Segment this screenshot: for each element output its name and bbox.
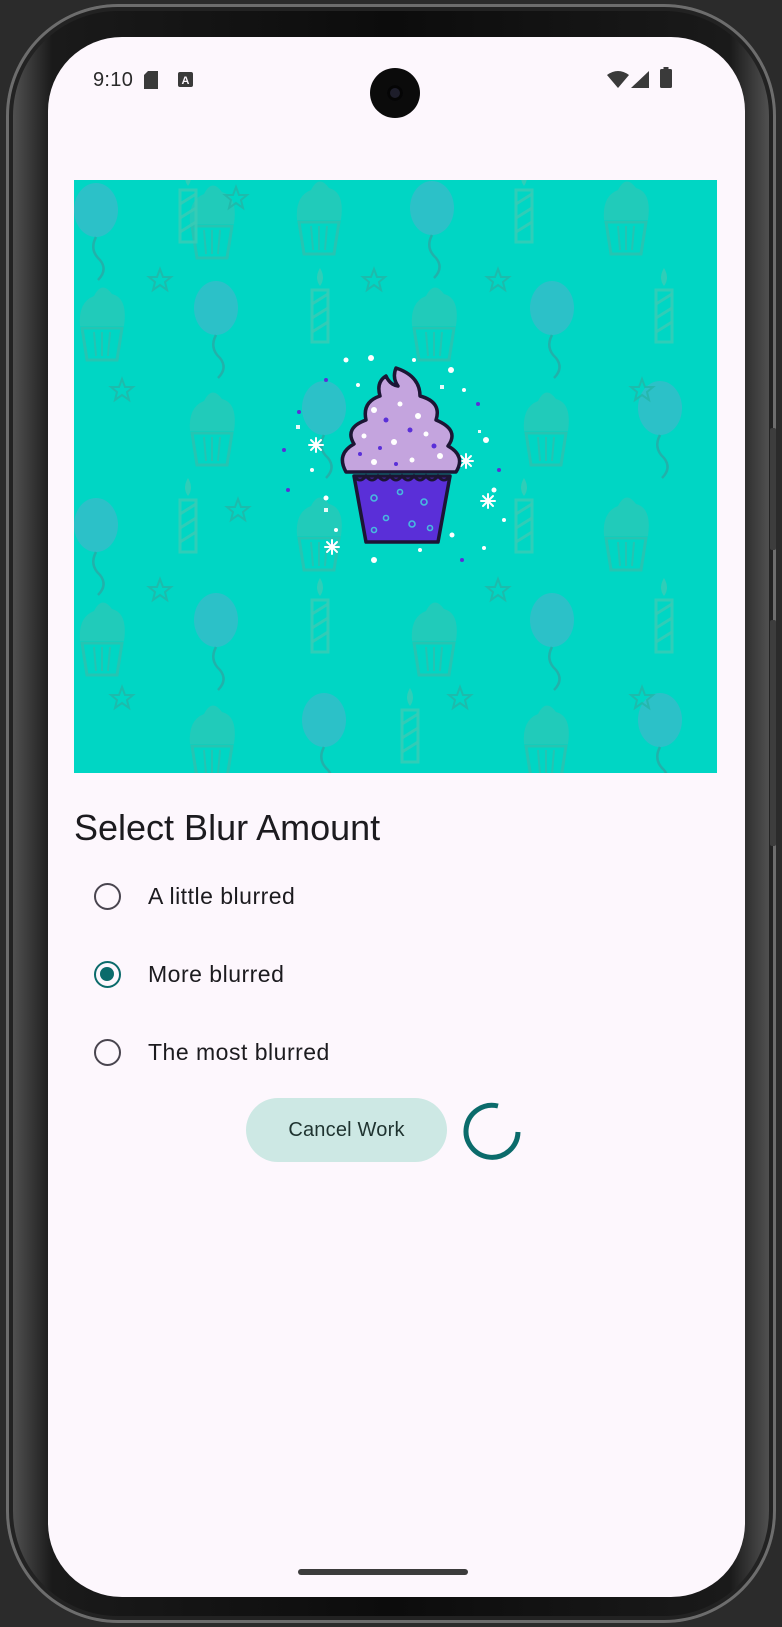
- radio-button-selected[interactable]: [94, 960, 121, 988]
- radio-option-more-blurred[interactable]: More blurred: [94, 954, 284, 994]
- radio-button[interactable]: [94, 882, 121, 910]
- loading-spinner-icon: [463, 1102, 521, 1160]
- battery-icon: [660, 67, 672, 88]
- cupcake-image: [74, 180, 717, 773]
- wifi-icon: [607, 71, 629, 88]
- front-camera: [370, 68, 420, 118]
- power-button: [770, 428, 776, 550]
- phone-frame: 9:10 A Select Blur Amount A little blurr…: [6, 4, 776, 1623]
- cancel-work-button[interactable]: Cancel Work: [246, 1098, 447, 1162]
- radio-label: More blurred: [148, 960, 285, 987]
- radio-label: The most blurred: [148, 1038, 330, 1065]
- blur-section-title: Select Blur Amount: [74, 807, 381, 848]
- radio-option-the-most-blurred[interactable]: The most blurred: [94, 1032, 330, 1072]
- volume-button: [770, 620, 776, 846]
- gesture-navigation-handle[interactable]: [298, 1569, 468, 1575]
- status-bar: 9:10 A: [48, 37, 745, 118]
- radio-option-a-little-blurred[interactable]: A little blurred: [94, 876, 295, 916]
- cell-signal-icon: [631, 71, 649, 88]
- app-screen: 9:10 A Select Blur Amount A little blurr…: [48, 37, 745, 1597]
- sd-card-icon: [144, 71, 158, 89]
- radio-button[interactable]: [94, 1038, 121, 1066]
- svg-text:A: A: [182, 75, 190, 87]
- radio-label: A little blurred: [148, 882, 296, 909]
- keyboard-a-icon: A: [178, 72, 193, 87]
- status-time: 9:10: [93, 69, 134, 91]
